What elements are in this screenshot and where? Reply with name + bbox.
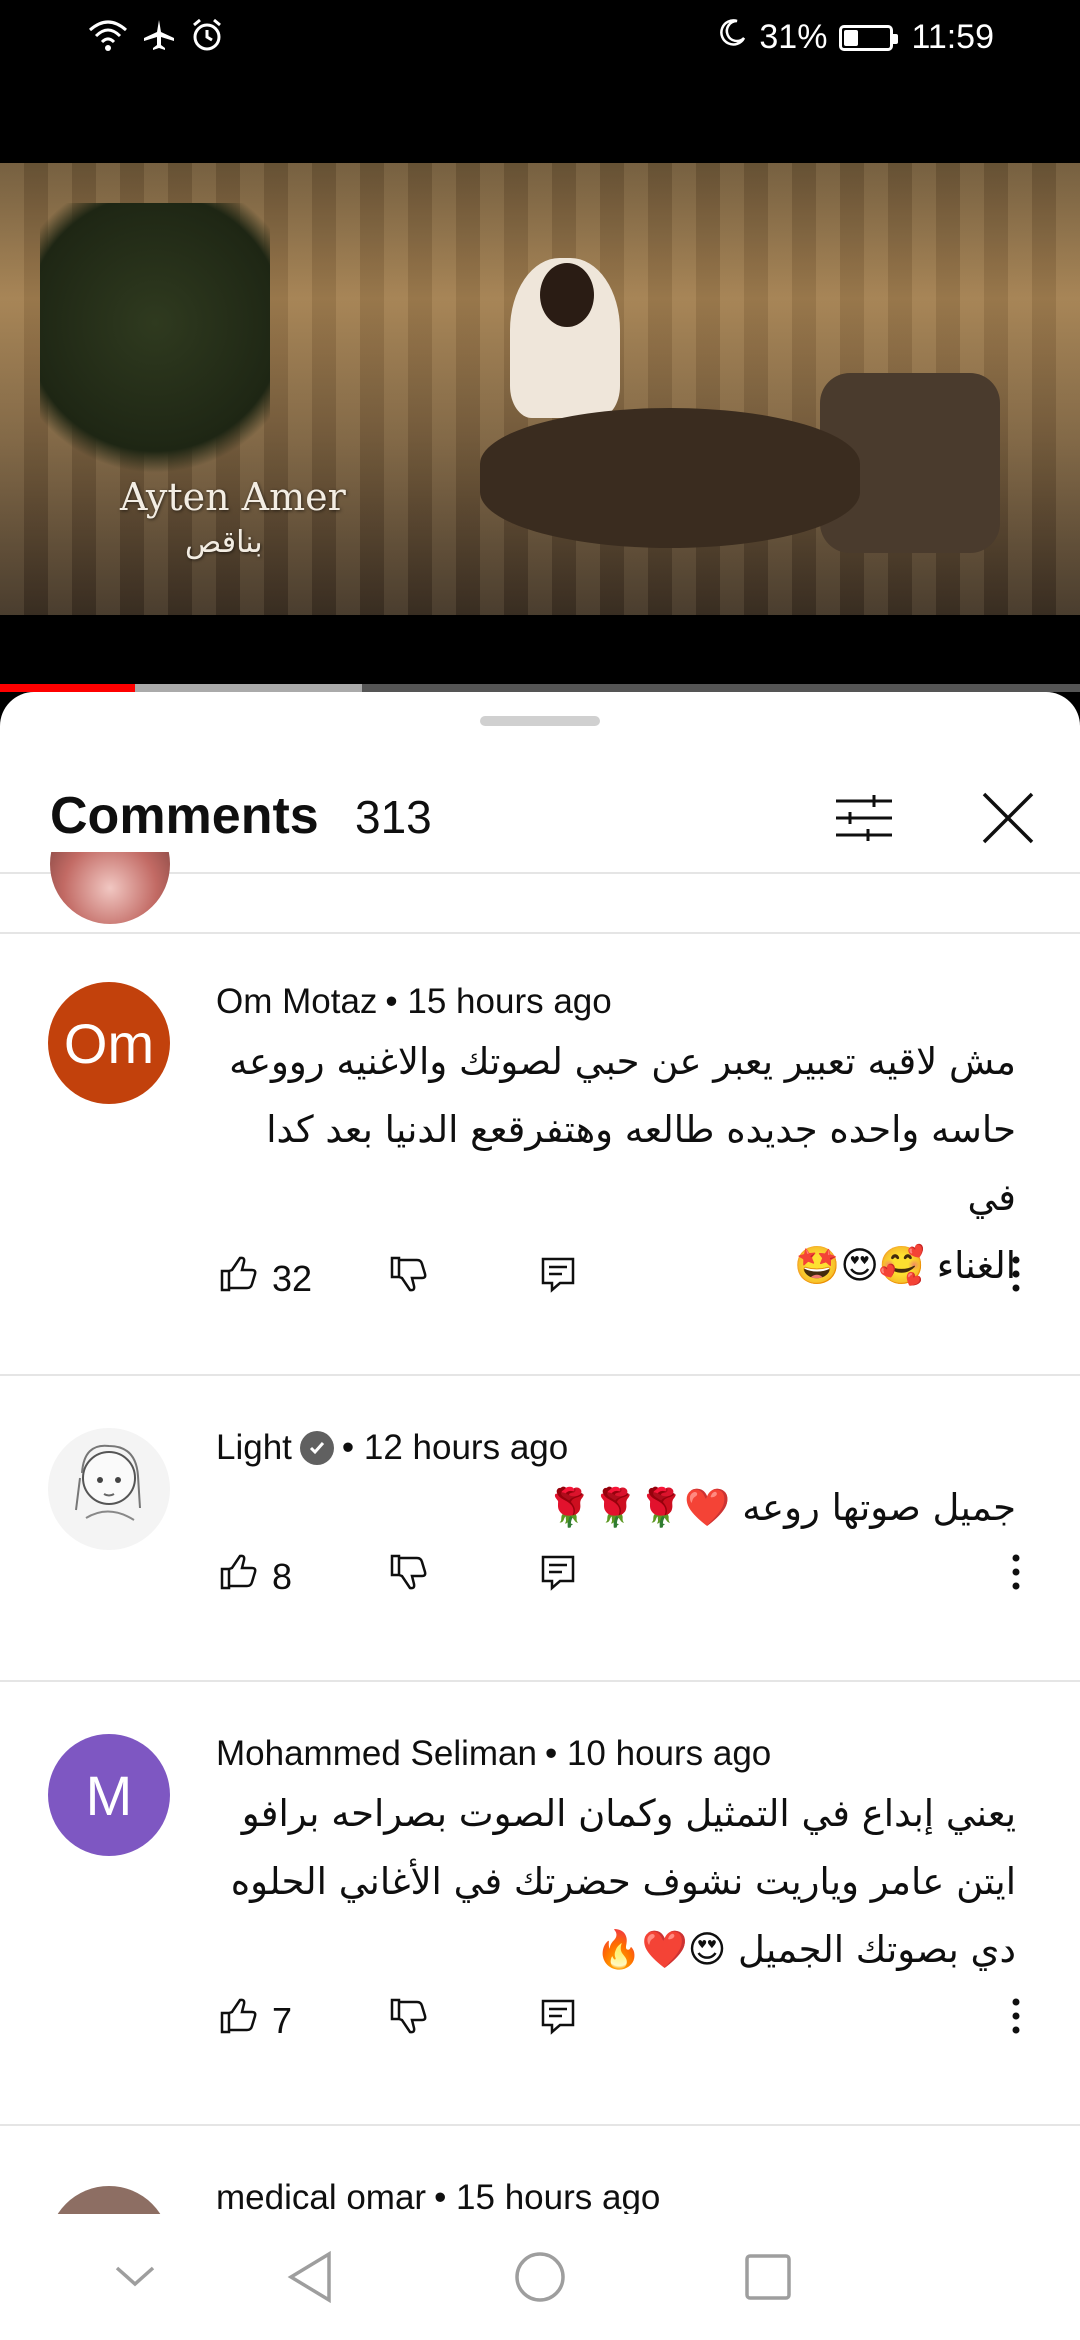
reply-icon [538, 1552, 578, 1601]
avatar[interactable]: m [48, 2186, 170, 2214]
reply-button[interactable] [538, 1996, 578, 2045]
comment-meta: Om Motaz • 15 hours ago [216, 982, 612, 1022]
hide-keyboard-button[interactable] [100, 2244, 170, 2314]
more-options-button[interactable] [1010, 1996, 1022, 2045]
comment-author[interactable]: Mohammed Seliman [216, 1734, 537, 1774]
thumbs-down-icon [388, 1996, 428, 2045]
avatar[interactable]: Om [48, 982, 170, 1104]
recents-button[interactable] [733, 2244, 803, 2314]
video-table [480, 408, 860, 548]
comment-text: يعني إبداع في التمثيل وكمان الصوت بصراحه… [216, 1780, 1016, 1984]
dislike-button[interactable] [388, 1552, 428, 1601]
comment-actions: 8 [0, 1552, 1080, 1612]
back-button[interactable] [275, 2244, 345, 2314]
more-vertical-icon [1010, 1254, 1022, 1303]
video-plant [40, 203, 270, 503]
close-button[interactable] [968, 780, 1048, 860]
more-options-button[interactable] [1010, 1552, 1022, 1601]
more-vertical-icon [1010, 1996, 1022, 2045]
thumbs-down-icon [388, 1552, 428, 1601]
system-nav-bar [0, 2214, 1080, 2340]
comment-line: ايتن عامر وياريت نشوف حضرتك في الأغاني ا… [230, 1860, 1016, 1903]
status-bar: 31% 11:59 [0, 0, 1080, 84]
comment-line: دي بصوتك الجميل 😍❤️🔥 [595, 1928, 1016, 1971]
reply-button[interactable] [538, 1552, 578, 1601]
video-title-overlay: Ayten Amer [120, 475, 346, 519]
comment-author[interactable]: Light [216, 1428, 292, 1468]
drag-handle[interactable] [480, 716, 600, 726]
more-vertical-icon [1010, 1552, 1022, 1601]
reply-button[interactable] [538, 1254, 578, 1303]
wifi-icon [88, 18, 128, 57]
comment-divider [0, 1680, 1080, 1682]
comment-line: جميل صوتها روعه ❤️🌹🌹🌹 [546, 1486, 1016, 1529]
video-player[interactable]: Ayten Amer بناقص [0, 163, 1080, 615]
reply-icon [538, 1254, 578, 1303]
comment-text: جميل صوتها روعه ❤️🌹🌹🌹 [216, 1474, 1016, 1542]
video-subtitle-overlay: بناقص [185, 525, 263, 560]
comments-count: 313 [355, 791, 432, 843]
avatar-initials: Om [63, 1011, 155, 1075]
comment-time: • 10 hours ago [544, 1734, 772, 1773]
avatar-initials: M [85, 1763, 133, 1827]
dislike-button[interactable] [388, 1996, 428, 2045]
comment-line: حاسه واحده جديده طالعه وهتفرقعع الدنيا ب… [266, 1108, 1016, 1219]
home-icon [513, 2250, 567, 2309]
moon-icon [717, 18, 747, 57]
battery-icon [839, 24, 899, 51]
dislike-button[interactable] [388, 1254, 428, 1303]
video-person-head [540, 263, 594, 327]
sketch-avatar-icon [54, 1428, 164, 1551]
comment-meta: Mohammed Seliman • 10 hours ago [216, 1734, 771, 1774]
chevron-down-icon [113, 2264, 157, 2295]
battery-percent: 31% [759, 18, 828, 56]
comment-line: يعني إبداع في التمثيل وكمان الصوت بصراحه… [241, 1792, 1016, 1835]
filter-button[interactable] [824, 780, 904, 860]
comment-divider [0, 2124, 1080, 2126]
comment-meta: medical omar • 15 hours ago [216, 2178, 660, 2214]
comments-sheet: Comments 313 Om Om Motaz • 15 hours ago … [0, 692, 1080, 2214]
like-count: 7 [272, 1999, 293, 2041]
avatar[interactable] [48, 1428, 170, 1550]
comment-actions: 32 [0, 1254, 1080, 1314]
clock: 11:59 [911, 18, 994, 56]
like-button[interactable]: 8 [218, 1552, 292, 1601]
like-count: 8 [272, 1555, 293, 1597]
like-button[interactable]: 7 [218, 1996, 292, 2045]
comment-actions: 7 [0, 1996, 1080, 2056]
comment-author[interactable]: medical omar [216, 2178, 426, 2214]
back-icon [285, 2250, 335, 2309]
thumbs-down-icon [388, 1254, 428, 1303]
comment-author[interactable]: Om Motaz [216, 982, 377, 1022]
thumbs-up-icon [218, 1552, 258, 1601]
comment-time: • 15 hours ago [434, 2178, 661, 2214]
avatar[interactable] [50, 852, 170, 924]
airplane-icon [142, 18, 176, 57]
alarm-icon [190, 18, 224, 57]
filter-icon [834, 793, 894, 848]
comment-divider [0, 932, 1080, 934]
comment-time: • 15 hours ago [385, 982, 612, 1021]
comment-divider [0, 1374, 1080, 1376]
like-count: 32 [272, 1257, 313, 1299]
comments-title: Comments [50, 787, 319, 845]
close-icon [980, 790, 1036, 851]
progress-played [0, 684, 135, 692]
comment-line: مش لاقيه تعبير يعبر عن حبي لصوتك والاغني… [229, 1040, 1016, 1083]
home-button[interactable] [505, 2244, 575, 2314]
recents-icon [743, 2252, 793, 2307]
like-button[interactable]: 32 [218, 1254, 312, 1303]
comment-meta: Light • 12 hours ago [216, 1428, 568, 1468]
comment-time: • 12 hours ago [341, 1428, 569, 1467]
thumbs-up-icon [218, 1996, 258, 2045]
video-progress-bar[interactable] [0, 684, 1080, 692]
reply-icon [538, 1996, 578, 2045]
more-options-button[interactable] [1010, 1254, 1022, 1303]
avatar[interactable]: M [48, 1734, 170, 1856]
thumbs-up-icon [218, 1254, 258, 1303]
verified-icon [299, 1431, 334, 1465]
